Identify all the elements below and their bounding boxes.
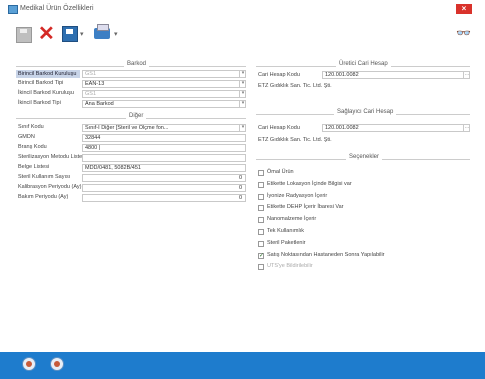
chevron-down-icon[interactable]: ▾ bbox=[239, 100, 246, 108]
option-label: Etikette DEHP İçerir İbaresi Var bbox=[267, 204, 344, 210]
barkod-primary-org-select[interactable]: GS1 bbox=[82, 70, 246, 78]
manufacturer-code-input[interactable]: 120.001.0082 bbox=[322, 71, 470, 79]
option-checkbox[interactable] bbox=[258, 205, 264, 211]
option-checkbox[interactable] bbox=[258, 182, 264, 188]
option-label: UTS'ye Bildirilebilir bbox=[267, 263, 313, 269]
option-label: Nanomalzeme İçerir bbox=[267, 216, 317, 222]
barkod-row-label: Birincil Barkod Tipi bbox=[18, 80, 64, 86]
option-checkbox[interactable] bbox=[258, 264, 264, 270]
sterilization-method-input[interactable] bbox=[82, 154, 246, 162]
supplier-name: ETZ Gıdıklık San. Tic. Ltd. Şti. bbox=[258, 137, 332, 143]
class-code-select[interactable]: Sınıf-I Diğer [Steril ve Ölçme fon... bbox=[82, 124, 246, 132]
print-dropdown-icon[interactable]: ▾ bbox=[114, 30, 118, 38]
option-label: Tek Kullanımlık bbox=[267, 228, 304, 234]
product-properties-window: Medikal Ürün Özellikleri × ✕ ▾ ▾ 👓 Barko… bbox=[0, 0, 485, 379]
chevron-down-icon[interactable]: ▾ bbox=[239, 124, 246, 132]
barkod-secondary-type-select[interactable]: Ana Barkod bbox=[82, 100, 246, 108]
barkod-section-title: Barkod bbox=[124, 61, 150, 67]
print-icon[interactable] bbox=[94, 24, 110, 39]
diger-row-label: Kalibrasyon Periyodu (Ay) bbox=[18, 184, 82, 190]
branch-code-input[interactable]: 4800 | bbox=[82, 144, 246, 152]
option-checkbox[interactable] bbox=[258, 170, 264, 176]
diger-row-label: Branş Kodu bbox=[18, 144, 47, 150]
ellipsis-icon[interactable]: … bbox=[463, 71, 470, 79]
nav-forward-icon[interactable] bbox=[50, 357, 64, 371]
window-icon bbox=[8, 5, 18, 14]
chevron-down-icon[interactable]: ▾ bbox=[239, 90, 246, 98]
footer-bar bbox=[0, 352, 485, 379]
barkod-secondary-org-select[interactable]: GS1 bbox=[82, 90, 246, 98]
save-icon[interactable] bbox=[16, 27, 32, 43]
window-title: Medikal Ürün Özellikleri bbox=[20, 5, 94, 12]
close-button[interactable]: × bbox=[456, 4, 472, 14]
manufacturer-section-title: Üretici Cari Hesap bbox=[336, 61, 391, 67]
option-label: Steril Paketlenir bbox=[267, 240, 306, 246]
diger-row-label: Bakım Periyodu (Ay) bbox=[18, 194, 69, 200]
chevron-down-icon[interactable]: ▾ bbox=[239, 80, 246, 88]
option-label: Etikette Lokasyon İçinde Bilgisi var bbox=[267, 181, 352, 187]
option-checkbox[interactable]: ✓ bbox=[258, 253, 264, 259]
chevron-down-icon[interactable]: ▾ bbox=[239, 70, 246, 78]
diger-row-label: Sınıf Kodu bbox=[18, 124, 44, 130]
diger-row-label: GMDN bbox=[18, 134, 35, 140]
diger-section-title: Diğer bbox=[126, 113, 147, 119]
manufacturer-code-label: Cari Hesap Kodu bbox=[258, 72, 300, 78]
option-label: Ömal Ürün bbox=[267, 169, 294, 175]
delete-icon[interactable]: ✕ bbox=[38, 24, 55, 44]
maintenance-period-input[interactable]: 0 bbox=[82, 194, 246, 202]
options-section-title: Seçenekler bbox=[346, 154, 383, 160]
option-checkbox[interactable] bbox=[258, 229, 264, 235]
option-checkbox[interactable] bbox=[258, 194, 264, 200]
binoculars-icon[interactable]: 👓 bbox=[456, 26, 471, 40]
barkod-row-label: Birincil Barkod Kuruluşu bbox=[16, 70, 80, 78]
diger-row-label: Belge Listesi bbox=[18, 164, 50, 170]
gmdn-input[interactable]: 32844 bbox=[82, 134, 246, 142]
ellipsis-icon[interactable]: … bbox=[463, 124, 470, 132]
option-checkbox[interactable] bbox=[258, 217, 264, 223]
sterile-use-count-input[interactable]: 0 bbox=[82, 174, 246, 182]
barkod-primary-type-select[interactable]: EAN-13 bbox=[82, 80, 246, 88]
save-as-icon[interactable] bbox=[62, 26, 78, 42]
save-as-dropdown-icon[interactable]: ▾ bbox=[80, 30, 84, 38]
diger-row-label: Steril Kullanım Sayısı bbox=[18, 174, 71, 180]
barkod-row-label: İkincil Barkod Kuruluşu bbox=[18, 90, 74, 96]
supplier-code-label: Cari Hesap Kodu bbox=[258, 125, 300, 131]
calibration-period-input[interactable]: 0 bbox=[82, 184, 246, 192]
option-label: Satış Noktasından Hastaneden Sonra Yapıl… bbox=[267, 252, 385, 258]
supplier-code-input[interactable]: 120.001.0082 bbox=[322, 124, 470, 132]
manufacturer-name: ETZ Gıdıklık San. Tic. Ltd. Şti. bbox=[258, 83, 332, 89]
title-bar: Medikal Ürün Özellikleri × bbox=[0, 0, 485, 18]
supplier-section-title: Sağlayıcı Cari Hesap bbox=[334, 109, 397, 115]
barkod-row-label: İkincil Barkod Tipi bbox=[18, 100, 61, 106]
option-checkbox[interactable] bbox=[258, 241, 264, 247]
diger-row-label: Sterilizasyon Metodu Listesi bbox=[18, 154, 87, 160]
nav-back-icon[interactable] bbox=[22, 357, 36, 371]
document-list-input[interactable]: MDD/0481, 5082B/451 bbox=[82, 164, 246, 172]
option-label: İyonize Radyasyon İçerir bbox=[267, 193, 328, 199]
